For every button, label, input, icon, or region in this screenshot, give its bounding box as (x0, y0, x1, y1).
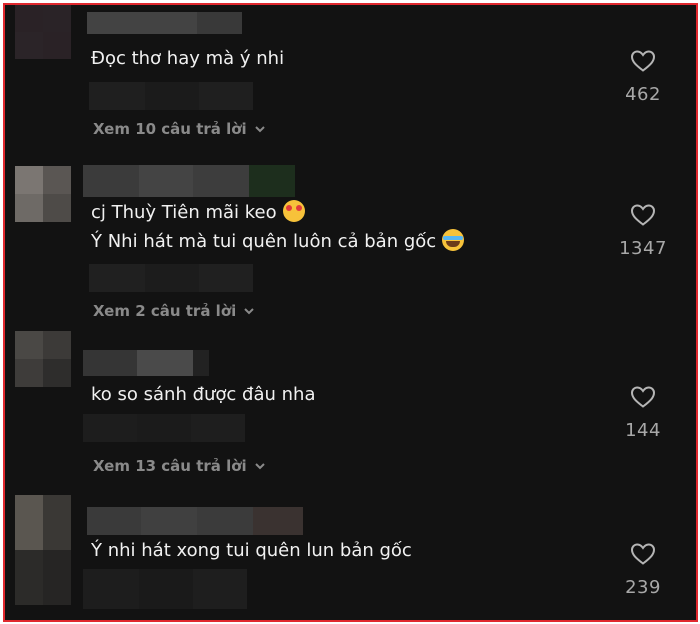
like-button[interactable]: 239 (613, 542, 673, 598)
comment-text: ko so sánh được đâu nha (91, 384, 316, 405)
comment-meta-blurred (83, 569, 247, 609)
username-blurred[interactable] (87, 507, 303, 535)
comment-meta-blurred (89, 264, 253, 292)
like-count: 462 (625, 84, 661, 105)
avatar[interactable] (15, 495, 71, 605)
heart-icon (630, 50, 656, 72)
heart-icon (630, 543, 656, 565)
like-count: 239 (625, 577, 661, 598)
avatar[interactable] (15, 331, 71, 387)
like-count: 1347 (619, 238, 667, 259)
comment-text: Đọc thơ hay mà ý nhi (91, 48, 285, 69)
comments-panel: Đọc thơ hay mà ý nhi Xem 10 câu trả lời … (3, 3, 698, 622)
view-replies-button[interactable]: Xem 10 câu trả lời (93, 120, 267, 138)
chevron-down-icon (244, 308, 254, 315)
face-with-tears-of-joy-icon (442, 229, 465, 251)
view-replies-button[interactable]: Xem 13 câu trả lời (93, 457, 267, 475)
comment-meta-blurred (89, 82, 253, 110)
username-blurred[interactable] (83, 165, 295, 197)
heart-icon (630, 204, 656, 226)
comment-text: cj Thuỳ Tiên mãi keo Ý Nhi hát mà tui qu… (91, 198, 465, 256)
like-button[interactable]: 1347 (613, 203, 673, 259)
avatar[interactable] (15, 5, 71, 59)
like-button[interactable]: 462 (613, 49, 673, 105)
like-count: 144 (625, 420, 661, 441)
like-button[interactable]: 144 (613, 385, 673, 441)
username-blurred[interactable] (87, 12, 242, 34)
avatar[interactable] (15, 166, 71, 222)
comment-meta-blurred (83, 414, 245, 442)
view-replies-button[interactable]: Xem 2 câu trả lời (93, 302, 256, 320)
chevron-down-icon (254, 463, 265, 470)
username-blurred[interactable] (83, 350, 209, 376)
comment-text: Ý nhi hát xong tui quên lun bản gốc (91, 540, 412, 561)
chevron-down-icon (254, 126, 265, 133)
smiling-face-with-hearts-icon (282, 200, 305, 222)
heart-icon (630, 386, 656, 408)
